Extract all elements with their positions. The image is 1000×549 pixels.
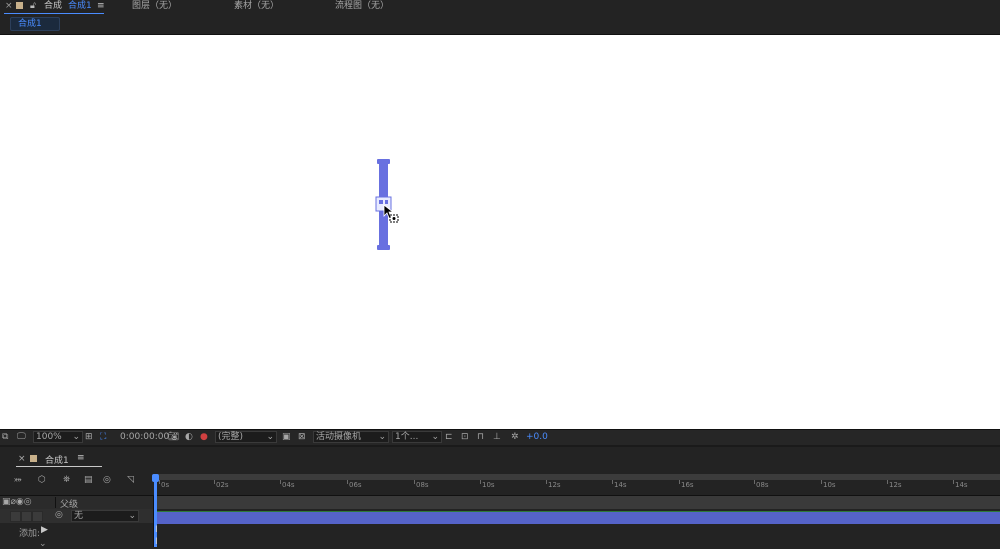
layer-row[interactable]: ◎ 无 ⌄ [0,509,153,523]
parent-dropdown[interactable]: 无 ⌄ [71,510,139,522]
pick-whip-icon[interactable]: ◎ [55,510,63,520]
ruler-tick: 10s [821,480,836,489]
chevron-down-icon: ⌄ [378,432,386,442]
color-channel-icon[interactable]: ● [200,432,208,443]
vertical-bar-shape[interactable] [375,159,392,250]
reset-exposure-icon[interactable]: ✲ [511,432,519,443]
av-features-icons: ▣⌀◉◎ [2,497,32,507]
camera-dropdown[interactable]: 活动摄像机 ⌄ [313,431,389,443]
camera-value: 活动摄像机 [316,432,362,442]
viewer-canvas [375,159,399,250]
composition-viewer[interactable] [0,35,1000,429]
graph-editor-icon[interactable]: ◹ [127,475,134,485]
chevron-down-icon: ⌄ [128,511,136,521]
transparency-grid-icon[interactable]: ⛶ [100,432,106,443]
panel-tab-bar: × 🔓︎ 合成 合成1 ≡ 图层（无） 素材（无） 流程图（无） [0,0,1000,14]
region-of-interest-icon[interactable]: ▣ [282,432,291,443]
ruler-tick: 02s [214,480,229,489]
timeline-tab-bar: × 合成1 ≡ [0,445,1000,473]
monitor-icon[interactable]: 🖵︎ [17,432,26,443]
header-track-area [153,496,1000,509]
timeline-icon[interactable]: ⊡ [461,432,469,443]
ruler-tick: 14s [953,480,968,489]
layer-switch-box[interactable] [10,511,21,522]
ruler-tick: 0s [158,480,170,489]
show-snapshot-icon[interactable]: ◐ [185,432,193,443]
ruler-tick: 12s [546,480,561,489]
add-property-button[interactable]: ▶ [41,525,48,535]
toggle-transparency-icon[interactable]: ⊠ [298,432,306,443]
comp-name-tab[interactable]: 合成1 [68,0,92,12]
ruler-tick: 14s [612,480,627,489]
ruler-tick: 12s [887,480,902,489]
exposure-value[interactable]: +0.0 [526,432,548,443]
resolution-value: (完整) [218,432,244,442]
column-divider [55,497,56,508]
hide-shy-layers-icon[interactable]: ⛯ [63,475,70,485]
timecode-display[interactable]: 0:00:00:00 [120,432,169,443]
playhead-handle[interactable] [152,474,159,482]
comp-color-swatch-icon [16,2,23,9]
close-comp-tab-button[interactable]: × [5,0,13,12]
keyframe-marker-icon: I [155,525,158,535]
chevron-down-icon: ⌄ [266,432,274,442]
views-dropdown[interactable]: 1个... ⌄ [392,431,442,443]
zoom-dropdown[interactable]: 100% ⌄ [33,431,83,443]
add-property-label: 添加: [19,529,41,539]
motion-blur-icon[interactable]: ◎ [103,475,111,485]
ruler-tick: 08s [754,480,769,489]
layer-duration-bar[interactable] [157,511,1000,524]
timeline-switches: ⤗ ⬡ ⛯ ▤ ◎ ◹ [0,471,153,495]
comp-navigator-bar: 合成1 [0,14,1000,35]
footage-panel-tab[interactable]: 素材（无） [234,0,279,12]
snapshot-camera-icon[interactable]: 📷︎ [168,432,179,443]
timeline-tab-underline [16,466,102,467]
comp-breadcrumb[interactable]: 合成1 [10,17,60,31]
flowchart-panel-tab[interactable]: 流程图（无） [335,0,389,12]
views-value: 1个... [395,432,419,442]
ruler-tick: 16s [679,480,694,489]
comp-breadcrumb-label: 合成1 [18,19,42,29]
flowchart-icon[interactable]: ⊥ [493,432,501,443]
title-safe-icon[interactable]: ⊞ [85,432,93,443]
always-preview-icon[interactable]: ⧉ [2,432,8,443]
panel-menu-icon[interactable]: ≡ [97,0,105,12]
keyframe-marker-icon: I [155,537,158,547]
lock-icon[interactable]: 🔓︎ [30,0,36,12]
fast-preview-icon[interactable]: ⊏ [445,432,453,443]
close-timeline-tab-button[interactable]: × [18,454,26,464]
frame-blending-icon[interactable]: ▤ [84,475,93,485]
ruler-tick: 06s [347,480,362,489]
layer-switch-box[interactable] [32,511,43,522]
chevron-down-icon: ⌄ [72,432,80,442]
comp-flowchart-icon[interactable]: ⊓ [477,432,484,443]
parent-value: 无 [74,511,84,521]
timeline-comp-swatch-icon [30,455,37,462]
timeline-comp-name[interactable]: 合成1 [45,453,69,466]
ruler-ticks: 0s 02s 04s 06s 08s 10s 12s 14s 16s 08s 1… [153,480,1000,493]
layer-panel-tab[interactable]: 图层（无） [132,0,177,12]
ruler-tick: 04s [280,480,295,489]
viewer-toolbar: ⧉ 🖵︎ 100% ⌄ ⊞ ⛶ 0:00:00:00 📷︎ ◐ ● (完整) ⌄… [0,429,1000,446]
resolution-dropdown[interactable]: (完整) ⌄ [215,431,277,443]
comp-panel-title[interactable]: 合成 [44,0,62,12]
chevron-down-icon: ⌄ [431,432,439,442]
expand-chevron-icon[interactable]: ⌄ [39,539,47,549]
zoom-value: 100% [36,432,62,442]
composition-mini-flowchart-icon[interactable]: ⤗ [14,475,22,485]
ruler-tick: 08s [414,480,429,489]
layer-column-header: ▣⌀◉◎ 父级 [0,495,1000,510]
layer-switch-box[interactable] [21,511,32,522]
timeline-menu-icon[interactable]: ≡ [77,453,85,463]
draft-3d-icon[interactable]: ⬡ [38,475,46,485]
ruler-tick: 10s [480,480,495,489]
